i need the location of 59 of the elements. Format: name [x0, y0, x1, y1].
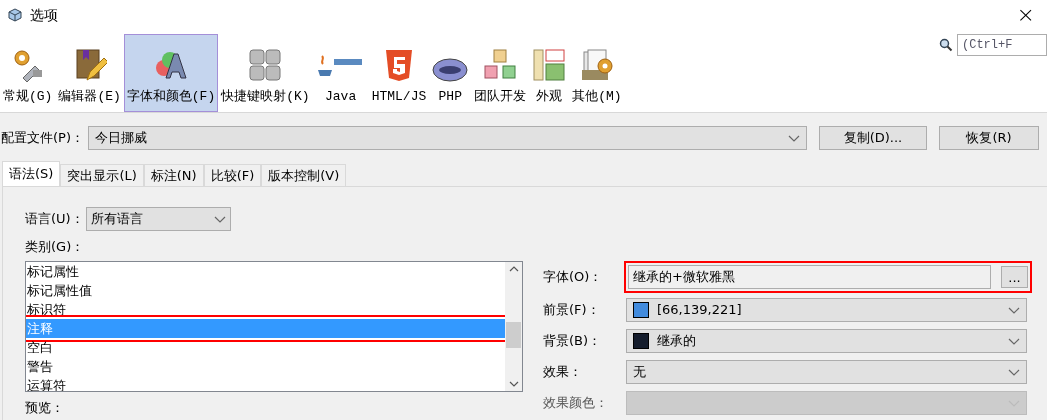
toolbar-item[interactable]: 常规(G): [0, 34, 56, 112]
cube-icon: [8, 8, 22, 22]
language-label: 语言(U)：: [25, 210, 84, 229]
toolbar-item[interactable]: 团队开发: [471, 34, 530, 112]
shield-five-icon: [383, 48, 414, 82]
tab[interactable]: 标注(N): [143, 164, 204, 186]
window-title: 选项: [30, 5, 58, 25]
category-item[interactable]: 运算符: [26, 376, 505, 391]
scroll-down-icon[interactable]: [508, 381, 519, 387]
close-button[interactable]: ×: [1016, 4, 1039, 26]
font-field[interactable]: 继承的+微软雅黑: [628, 265, 991, 289]
category-item[interactable]: 标记属性: [26, 262, 505, 281]
tab[interactable]: 版本控制(V): [261, 164, 347, 186]
chevron-down-icon: [213, 215, 226, 223]
category-label: 类别(G)：: [25, 238, 86, 256]
toolbar-item[interactable]: 编辑器(E): [55, 34, 124, 112]
scroll-up-icon[interactable]: [508, 266, 519, 272]
toolbar-item[interactable]: PHP: [429, 34, 472, 112]
cubes-icon: [483, 48, 518, 82]
preview-label: 预览：: [25, 399, 65, 417]
toolbar-item[interactable]: Java: [312, 34, 369, 112]
profile-button[interactable]: 复制(D)...: [819, 126, 927, 150]
font-browse-button[interactable]: ...: [1001, 266, 1028, 288]
scrollbar[interactable]: [505, 262, 522, 391]
property-label: 效果：: [543, 363, 583, 382]
toolbar-item[interactable]: 外观: [529, 34, 570, 112]
profile-dropdown[interactable]: 今日挪威: [88, 126, 807, 150]
profile-button[interactable]: 恢复(R): [939, 126, 1039, 150]
property-label: 字体(O)：: [543, 268, 604, 287]
chevron-down-icon: [788, 134, 800, 142]
toolbar-item[interactable]: 字体和颜色(F): [123, 34, 219, 112]
toolbar-item[interactable]: HTML/JS: [368, 34, 430, 112]
color-dropdown[interactable]: 继承的: [626, 329, 1027, 353]
category-item[interactable]: 警告: [26, 357, 505, 376]
search-field[interactable]: (Ctrl+F: [957, 34, 1047, 56]
color-dropdown[interactable]: [66,139,221]: [626, 298, 1027, 322]
keyboard-keys-icon: [248, 48, 283, 82]
toolbar-item[interactable]: 快捷键映射(K): [218, 34, 313, 112]
tab[interactable]: 比较(F): [203, 164, 262, 186]
language-dropdown[interactable]: 所有语言: [85, 207, 231, 231]
chevron-down-icon: [1008, 306, 1020, 314]
category-item[interactable]: 标记属性值: [26, 281, 505, 300]
papers-gear-icon: [579, 48, 614, 82]
chevron-down-icon: [1008, 368, 1020, 376]
effect-dropdown[interactable]: 无: [626, 360, 1027, 384]
layout-panels-icon: [532, 48, 567, 82]
category-item[interactable]: 空白: [26, 338, 505, 357]
search-icon: [939, 38, 953, 52]
ellipse-logo-icon: [432, 58, 469, 82]
property-label: 前景(F)：: [543, 301, 601, 320]
property-label: 背景(B)：: [543, 332, 603, 351]
property-label: 效果颜色：: [543, 394, 609, 413]
chevron-down-icon: [1008, 337, 1020, 345]
tab[interactable]: 语法(S): [2, 161, 61, 186]
toolbar-item[interactable]: 其他(M): [569, 34, 625, 112]
scroll-thumb[interactable]: [506, 322, 521, 348]
tab[interactable]: 突出显示(L): [60, 164, 144, 186]
profile-label: 配置文件(P)：: [0, 129, 84, 148]
category-item[interactable]: 标识符: [26, 300, 505, 319]
